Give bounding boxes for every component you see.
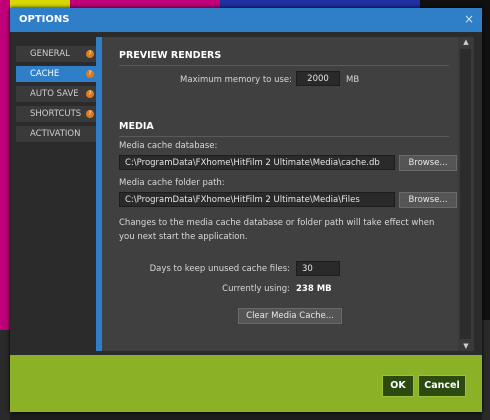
sidebar-item-label: GENERAL [30, 49, 70, 59]
preview-renders-heading: PREVIEW RENDERS [119, 50, 449, 66]
days-to-keep-label: Days to keep unused cache files: [149, 264, 290, 274]
scrollbar[interactable]: ▲ ▼ [458, 37, 474, 351]
media-cache-folder-label: Media cache folder path: [119, 178, 225, 188]
clear-media-cache-button[interactable]: Clear Media Cache... [238, 308, 342, 324]
max-memory-label: Maximum memory to use: [180, 75, 292, 85]
browse-database-button[interactable]: Browse... [399, 155, 457, 171]
scroll-down-icon[interactable]: ▼ [458, 341, 474, 351]
media-cache-database-field[interactable]: C:\ProgramData\FXhome\HitFilm 2 Ultimate… [119, 155, 395, 170]
sidebar-item-label: AUTO SAVE [30, 89, 79, 99]
sidebar-item-general[interactable]: GENERAL ? [16, 46, 98, 62]
info-icon: ? [86, 90, 94, 98]
scrollbar-thumb[interactable] [460, 49, 471, 339]
title-bar: OPTIONS × [10, 8, 482, 32]
days-to-keep-input[interactable]: 30 [296, 261, 340, 276]
sidebar-item-label: ACTIVATION [30, 129, 81, 139]
scroll-up-icon[interactable]: ▲ [458, 37, 474, 47]
max-memory-unit: MB [346, 75, 360, 85]
sidebar-item-cache[interactable]: CACHE ? [16, 66, 98, 82]
ok-button[interactable]: OK [382, 375, 414, 397]
media-heading: MEDIA [119, 121, 449, 137]
currently-using-value: 238 MB [296, 284, 332, 294]
close-icon[interactable]: × [464, 12, 474, 26]
browse-folder-button[interactable]: Browse... [399, 192, 457, 208]
media-cache-folder-field[interactable]: C:\ProgramData\FXhome\HitFilm 2 Ultimate… [119, 192, 395, 207]
sidebar: GENERAL ? CACHE ? AUTO SAVE ? SHORTCUTS … [16, 46, 98, 146]
currently-using-label: Currently using: [222, 284, 290, 294]
sidebar-item-shortcuts[interactable]: SHORTCUTS ? [16, 106, 98, 122]
background-strip [0, 0, 10, 330]
dialog-footer: OK Cancel [10, 355, 482, 412]
background-strip [0, 330, 10, 420]
sidebar-item-activation[interactable]: ACTIVATION [16, 126, 98, 142]
background-strip [482, 320, 490, 420]
sidebar-item-label: CACHE [30, 69, 60, 79]
cache-settings-panel: PREVIEW RENDERS Maximum memory to use: 2… [96, 37, 464, 351]
sidebar-item-auto-save[interactable]: AUTO SAVE ? [16, 86, 98, 102]
options-dialog: OPTIONS × GENERAL ? CACHE ? AUTO SAVE ? … [10, 8, 482, 412]
cancel-button[interactable]: Cancel [418, 375, 466, 397]
media-cache-database-label: Media cache database: [119, 141, 218, 151]
info-icon: ? [86, 70, 94, 78]
sidebar-item-label: SHORTCUTS [30, 109, 82, 119]
restart-note: Changes to the media cache database or f… [119, 218, 435, 242]
info-icon: ? [86, 50, 94, 58]
max-memory-input[interactable]: 2000 [296, 71, 340, 86]
dialog-title: OPTIONS [19, 14, 70, 25]
info-icon: ? [86, 110, 94, 118]
background-strip [482, 12, 490, 322]
